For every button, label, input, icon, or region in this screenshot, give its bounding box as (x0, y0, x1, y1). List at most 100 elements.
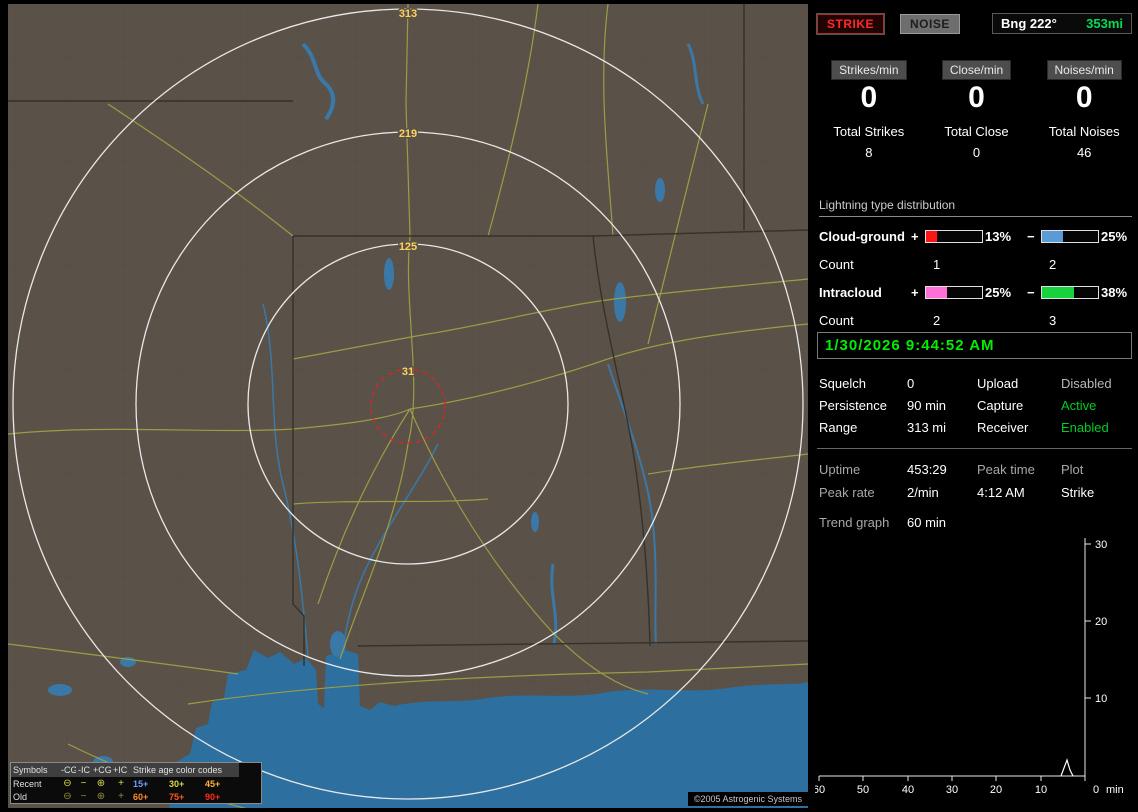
y-tick-20: 20 (1095, 616, 1107, 628)
capture-status: Active (1061, 398, 1097, 413)
neg-cg-recent-icon: ⊖ (63, 778, 72, 789)
settings-grid: Squelch 0 Upload Disabled Persistence 90… (819, 376, 1132, 435)
noises-per-min-label: Noises/min (1046, 60, 1122, 80)
trend-graph-row: Trend graph 60 min (819, 515, 1132, 530)
capture-label: Capture (977, 398, 1024, 413)
receiver-status: Enabled (1061, 420, 1109, 435)
plus-sign: + (911, 285, 919, 300)
legend-col-pos-cg: +CG (91, 763, 112, 777)
intracloud-negative-count: 3 (1049, 313, 1057, 328)
age-code-15: 15+ (133, 778, 149, 789)
intracloud-count-label: Count (819, 313, 854, 328)
close-per-min-value: 0 (968, 81, 985, 114)
neg-ic-old-icon: − (80, 791, 87, 802)
x-axis-unit: min (1106, 784, 1124, 796)
graph-axes (818, 538, 1091, 781)
noises-per-min-column: Noises/min 0 Total Noises 46 (1030, 60, 1138, 160)
close-per-min-label: Close/min (941, 60, 1012, 80)
strikes-per-min-label: Strikes/min (831, 60, 907, 80)
close-per-min-column: Close/min 0 Total Close 0 (923, 60, 1031, 160)
intracloud-negative-pct: 38% (1101, 285, 1128, 300)
side-panel: STRIKE NOISE Bng 222° 353mi Strikes/min … (813, 0, 1138, 812)
mode-toolbar: STRIKE NOISE Bng 222° 353mi (815, 12, 1132, 35)
pos-ic-old-icon: + (118, 791, 124, 802)
x-tick-50: 50 (857, 784, 869, 796)
graph-tick-labels: 30 20 10 60 50 40 30 20 10 0 min (813, 539, 1124, 796)
age-code-60: 60+ (133, 791, 149, 802)
x-tick-0: 0 (1093, 784, 1099, 796)
plus-sign: + (911, 229, 919, 244)
intracloud-negative-bar (1041, 286, 1099, 299)
pos-cg-recent-icon: ⊕ (96, 778, 106, 789)
x-tick-40: 40 (902, 784, 914, 796)
x-tick-20: 20 (990, 784, 1002, 796)
range-label-31: 31 (402, 366, 414, 378)
map-svg: 313 219 125 31 (8, 4, 808, 808)
bearing-distance: 353mi (1086, 16, 1123, 31)
y-tick-10: 10 (1095, 693, 1107, 705)
peak-rate-value: 2/min (907, 485, 939, 500)
upload-label: Upload (977, 376, 1019, 391)
trend-graph-window: 60 min (907, 515, 947, 530)
trend-graph-svg: 30 20 10 60 50 40 30 20 10 0 min (813, 538, 1124, 796)
range-label-219: 219 (399, 128, 417, 140)
total-strikes-value: 8 (865, 145, 873, 160)
plot-value: Strike (1061, 485, 1095, 500)
strikes-per-min-value: 0 (860, 81, 878, 114)
range-label-125: 125 (399, 241, 417, 253)
y-tick-30: 30 (1095, 539, 1107, 551)
total-close-value: 0 (972, 145, 981, 160)
cloud-ground-negative-count: 2 (1049, 257, 1057, 272)
distribution-title: Lightning type distribution (819, 198, 1132, 217)
strike-trend-spike (1060, 758, 1074, 777)
range-label: Range (819, 420, 858, 435)
neg-ic-recent-icon: − (80, 778, 87, 789)
total-strikes-label: Total Strikes (833, 124, 905, 139)
receiver-label: Receiver (977, 420, 1029, 435)
strike-mode-button[interactable]: STRIKE (815, 12, 886, 35)
x-tick-10: 10 (1035, 784, 1047, 796)
uptime-value: 453:29 (907, 462, 947, 477)
cloud-ground-positive-bar (925, 230, 983, 243)
bearing-readout: Bng 222° 353mi (992, 13, 1132, 34)
pos-cg-old-icon: ⊕ (96, 791, 106, 802)
squelch-value: 0 (907, 376, 915, 391)
lightning-type-distribution: Lightning type distribution Cloud-ground… (819, 198, 1132, 328)
legend-col-neg-ic: -IC (76, 763, 91, 777)
uptime-label: Uptime (819, 462, 861, 477)
plot-label: Plot (1061, 462, 1084, 477)
minus-sign: − (1027, 285, 1035, 300)
bearing-label: Bng 222° (1001, 16, 1057, 31)
pos-ic-recent-icon: + (118, 778, 124, 789)
cloud-ground-label: Cloud-ground (819, 229, 905, 244)
cloud-ground-count-label: Count (819, 257, 854, 272)
minus-sign: − (1027, 229, 1035, 244)
copyright-notice: ©2005 Astrogenic Systems (687, 792, 808, 806)
strike-legend: Symbols -CG -IC +CG +IC Strike age color… (10, 762, 262, 804)
range-value: 313 mi (907, 420, 947, 435)
age-code-45: 45+ (205, 778, 221, 789)
age-code-90: 90+ (205, 791, 221, 802)
strike-map[interactable]: 313 219 125 31 Symbols -CG -IC +CG +IC S… (8, 4, 808, 808)
legend-row-recent-label: Recent (13, 778, 42, 789)
cloud-ground-negative-bar (1041, 230, 1099, 243)
status-grid: Uptime 453:29 Peak time Plot Peak rate 2… (819, 462, 1132, 500)
squelch-label: Squelch (819, 376, 866, 391)
neg-cg-old-icon: ⊖ (63, 791, 72, 802)
x-tick-30: 30 (946, 784, 958, 796)
strikes-per-min-column: Strikes/min 0 Total Strikes 8 (815, 60, 923, 160)
noises-per-min-value: 0 (1075, 81, 1093, 114)
trend-graph-label: Trend graph (819, 515, 890, 530)
peak-rate-label: Peak rate (819, 485, 875, 500)
peak-time-value: 4:12 AM (977, 485, 1025, 500)
total-noises-value: 46 (1076, 145, 1092, 160)
rate-counters: Strikes/min 0 Total Strikes 8 Close/min … (815, 60, 1138, 160)
intracloud-positive-count: 2 (933, 313, 941, 328)
total-noises-label: Total Noises (1048, 124, 1120, 139)
range-label-313: 313 (399, 8, 417, 20)
legend-col-neg-cg: -CG (59, 763, 78, 777)
noise-mode-button[interactable]: NOISE (900, 13, 960, 34)
trend-graph: 30 20 10 60 50 40 30 20 10 0 min (813, 530, 1138, 806)
upload-status: Disabled (1061, 376, 1112, 391)
peak-time-label: Peak time (977, 462, 1035, 477)
